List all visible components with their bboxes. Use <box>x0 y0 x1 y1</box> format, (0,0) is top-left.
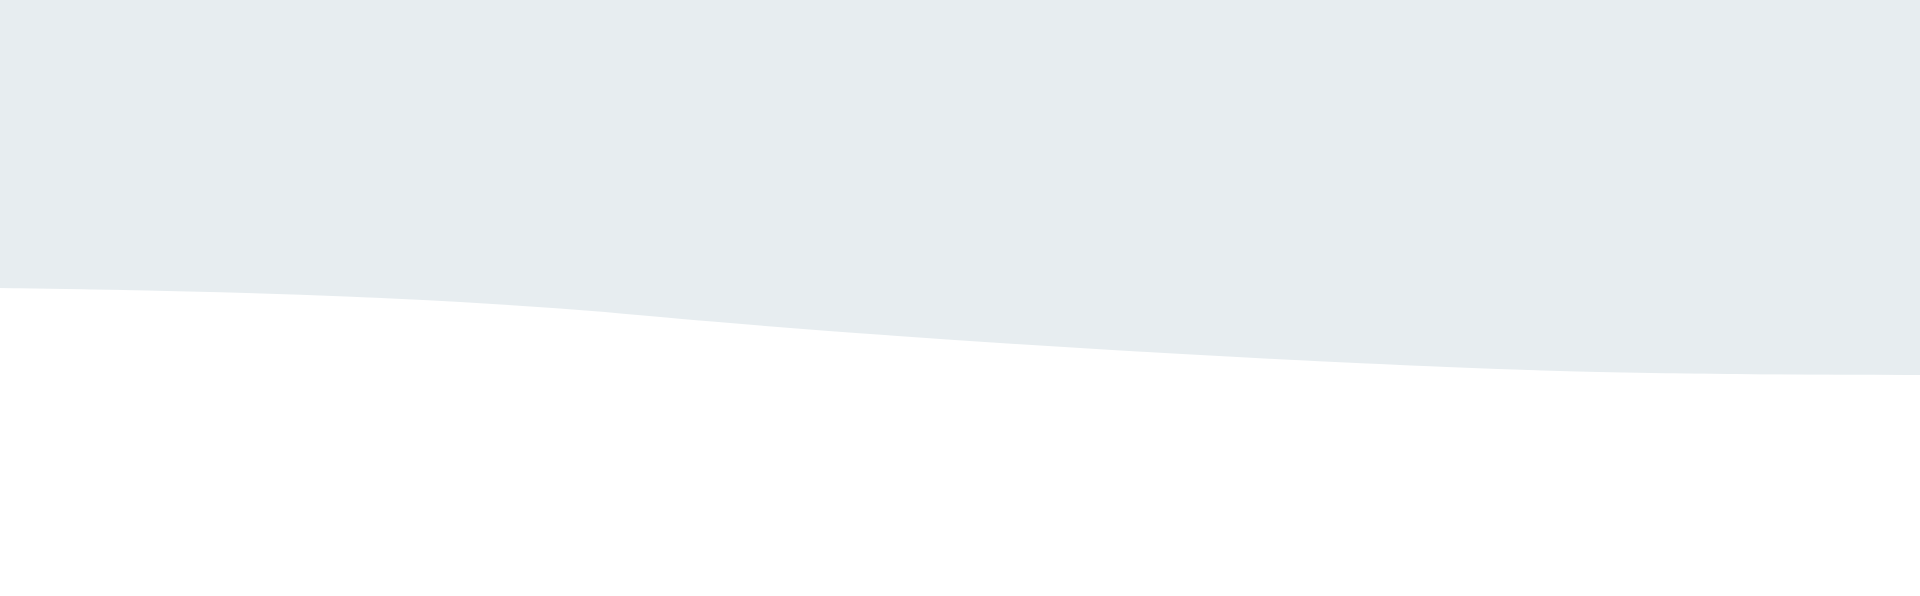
wave-fill <box>0 0 1920 375</box>
page-canvas <box>0 0 1920 596</box>
wave-background-shape <box>0 0 1920 375</box>
